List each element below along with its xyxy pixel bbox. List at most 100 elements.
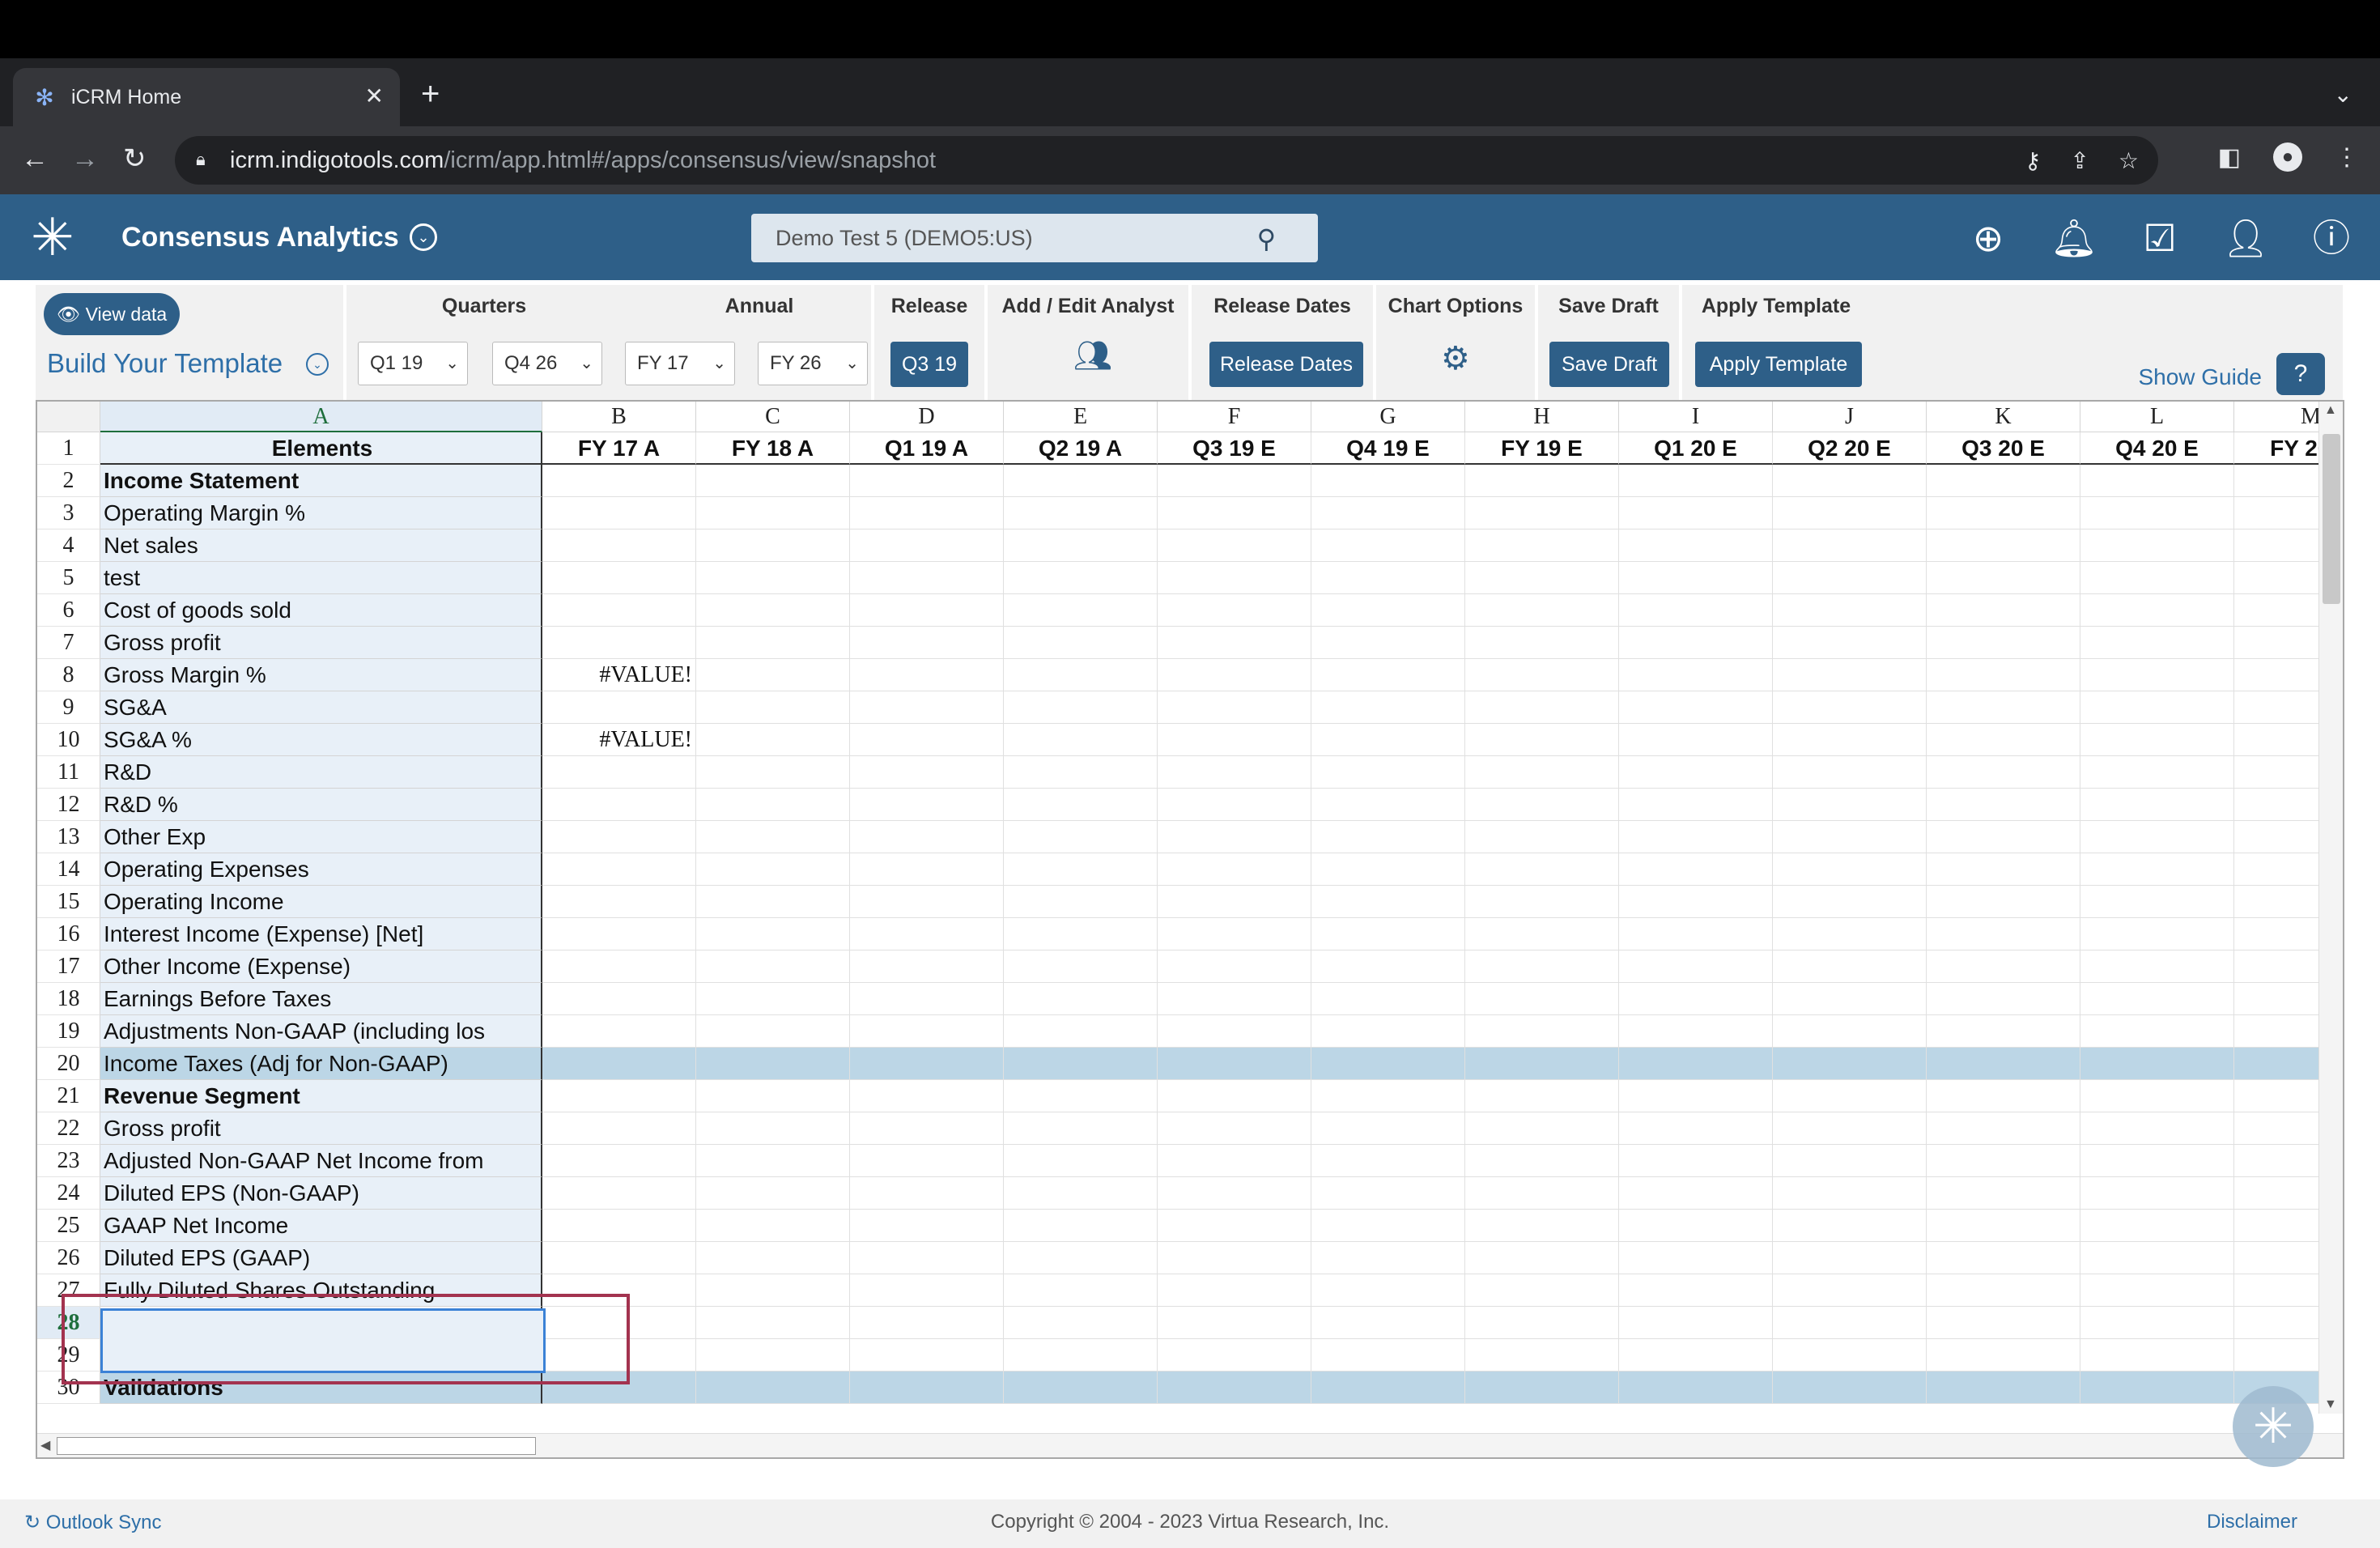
- data-cell[interactable]: [1158, 594, 1311, 627]
- data-cell[interactable]: [1465, 1177, 1619, 1210]
- column-header-g[interactable]: G: [1311, 402, 1465, 432]
- data-cell[interactable]: [1465, 691, 1619, 724]
- data-cell[interactable]: [1619, 465, 1773, 497]
- build-template-title[interactable]: Build Your Template: [47, 348, 283, 379]
- data-cell[interactable]: [542, 1015, 696, 1048]
- data-cell[interactable]: [1927, 918, 2080, 950]
- data-cell[interactable]: [1773, 1080, 1927, 1112]
- data-cell[interactable]: [1311, 627, 1465, 659]
- data-cell[interactable]: [1619, 918, 1773, 950]
- data-cell[interactable]: [850, 1372, 1004, 1404]
- data-cell[interactable]: [1619, 983, 1773, 1015]
- data-cell[interactable]: [1619, 1177, 1773, 1210]
- data-cell[interactable]: [1311, 983, 1465, 1015]
- data-cell[interactable]: [2080, 1307, 2234, 1339]
- data-cell[interactable]: [1158, 691, 1311, 724]
- data-cell[interactable]: [696, 497, 850, 529]
- data-cell[interactable]: [1773, 1242, 1927, 1274]
- data-cell[interactable]: [2080, 594, 2234, 627]
- data-cell[interactable]: [850, 983, 1004, 1015]
- header-cell[interactable]: FY 19 E: [1465, 432, 1619, 465]
- data-cell[interactable]: [1773, 853, 1927, 886]
- column-header-k[interactable]: K: [1927, 402, 2080, 432]
- data-cell[interactable]: [1619, 756, 1773, 789]
- row-header[interactable]: 11: [37, 756, 100, 789]
- data-cell[interactable]: [1311, 886, 1465, 918]
- data-cell[interactable]: [1004, 1112, 1158, 1145]
- data-cell[interactable]: [696, 1274, 850, 1307]
- view-data-button[interactable]: 👁︎ View data: [44, 293, 181, 335]
- data-cell[interactable]: [1311, 756, 1465, 789]
- data-cell[interactable]: [542, 1048, 696, 1080]
- column-header-b[interactable]: B: [542, 402, 696, 432]
- data-cell[interactable]: [1465, 1242, 1619, 1274]
- show-guide-link[interactable]: Show Guide: [2138, 364, 2262, 390]
- data-cell[interactable]: [1773, 821, 1927, 853]
- data-cell[interactable]: [1773, 659, 1927, 691]
- data-cell[interactable]: #VALUE!: [542, 724, 696, 756]
- reload-icon[interactable]: ↻: [123, 142, 147, 175]
- data-cell[interactable]: [850, 886, 1004, 918]
- data-cell[interactable]: [1927, 465, 2080, 497]
- row-header[interactable]: 22: [37, 1112, 100, 1145]
- row-header[interactable]: 10: [37, 724, 100, 756]
- forward-icon[interactable]: →: [71, 142, 99, 175]
- data-cell[interactable]: [542, 1210, 696, 1242]
- data-cell[interactable]: [1927, 756, 2080, 789]
- data-cell[interactable]: [1773, 529, 1927, 562]
- element-cell[interactable]: Earnings Before Taxes: [100, 983, 542, 1015]
- data-cell[interactable]: [696, 1307, 850, 1339]
- row-header[interactable]: 6: [37, 594, 100, 627]
- data-cell[interactable]: [1619, 1080, 1773, 1112]
- data-cell[interactable]: [2080, 1145, 2234, 1177]
- data-cell[interactable]: [1158, 983, 1311, 1015]
- data-cell[interactable]: [1773, 886, 1927, 918]
- data-cell[interactable]: [850, 627, 1004, 659]
- row-header[interactable]: 2: [37, 465, 100, 497]
- data-cell[interactable]: [696, 821, 850, 853]
- row-header[interactable]: 25: [37, 1210, 100, 1242]
- data-cell[interactable]: [2080, 1242, 2234, 1274]
- data-cell[interactable]: [2080, 724, 2234, 756]
- row-header[interactable]: 23: [37, 1145, 100, 1177]
- data-cell[interactable]: [1927, 1210, 2080, 1242]
- row-header[interactable]: 16: [37, 918, 100, 950]
- row-header[interactable]: 8: [37, 659, 100, 691]
- column-header-i[interactable]: I: [1619, 402, 1773, 432]
- data-cell[interactable]: [1004, 983, 1158, 1015]
- data-cell[interactable]: [1927, 659, 2080, 691]
- row-header[interactable]: 5: [37, 562, 100, 594]
- data-cell[interactable]: [1619, 497, 1773, 529]
- data-cell[interactable]: [696, 853, 850, 886]
- element-cell[interactable]: Gross profit: [100, 627, 542, 659]
- header-cell[interactable]: Q2 19 A: [1004, 432, 1158, 465]
- data-cell[interactable]: [1311, 562, 1465, 594]
- data-cell[interactable]: [1311, 594, 1465, 627]
- data-cell[interactable]: [542, 691, 696, 724]
- data-cell[interactable]: [1927, 1080, 2080, 1112]
- data-cell[interactable]: [850, 1242, 1004, 1274]
- data-cell[interactable]: [696, 627, 850, 659]
- data-cell[interactable]: [1004, 1080, 1158, 1112]
- data-cell[interactable]: [1465, 756, 1619, 789]
- data-cell[interactable]: [1465, 497, 1619, 529]
- element-cell[interactable]: Diluted EPS (GAAP): [100, 1242, 542, 1274]
- data-cell[interactable]: [696, 1242, 850, 1274]
- data-cell[interactable]: [1619, 562, 1773, 594]
- data-cell[interactable]: [542, 627, 696, 659]
- data-cell[interactable]: [1158, 1177, 1311, 1210]
- element-cell[interactable]: Diluted EPS (Non-GAAP): [100, 1177, 542, 1210]
- data-cell[interactable]: [1773, 1177, 1927, 1210]
- data-cell[interactable]: [1158, 821, 1311, 853]
- data-cell[interactable]: [1158, 1242, 1311, 1274]
- data-cell[interactable]: [1927, 1372, 2080, 1404]
- data-cell[interactable]: [1004, 756, 1158, 789]
- header-cell[interactable]: Q1 19 A: [850, 432, 1004, 465]
- data-cell[interactable]: [1158, 950, 1311, 983]
- data-cell[interactable]: [1311, 1177, 1465, 1210]
- data-cell[interactable]: [1004, 789, 1158, 821]
- data-cell[interactable]: [1004, 950, 1158, 983]
- data-cell[interactable]: [1158, 1210, 1311, 1242]
- data-cell[interactable]: [2080, 1112, 2234, 1145]
- element-cell[interactable]: Net sales: [100, 529, 542, 562]
